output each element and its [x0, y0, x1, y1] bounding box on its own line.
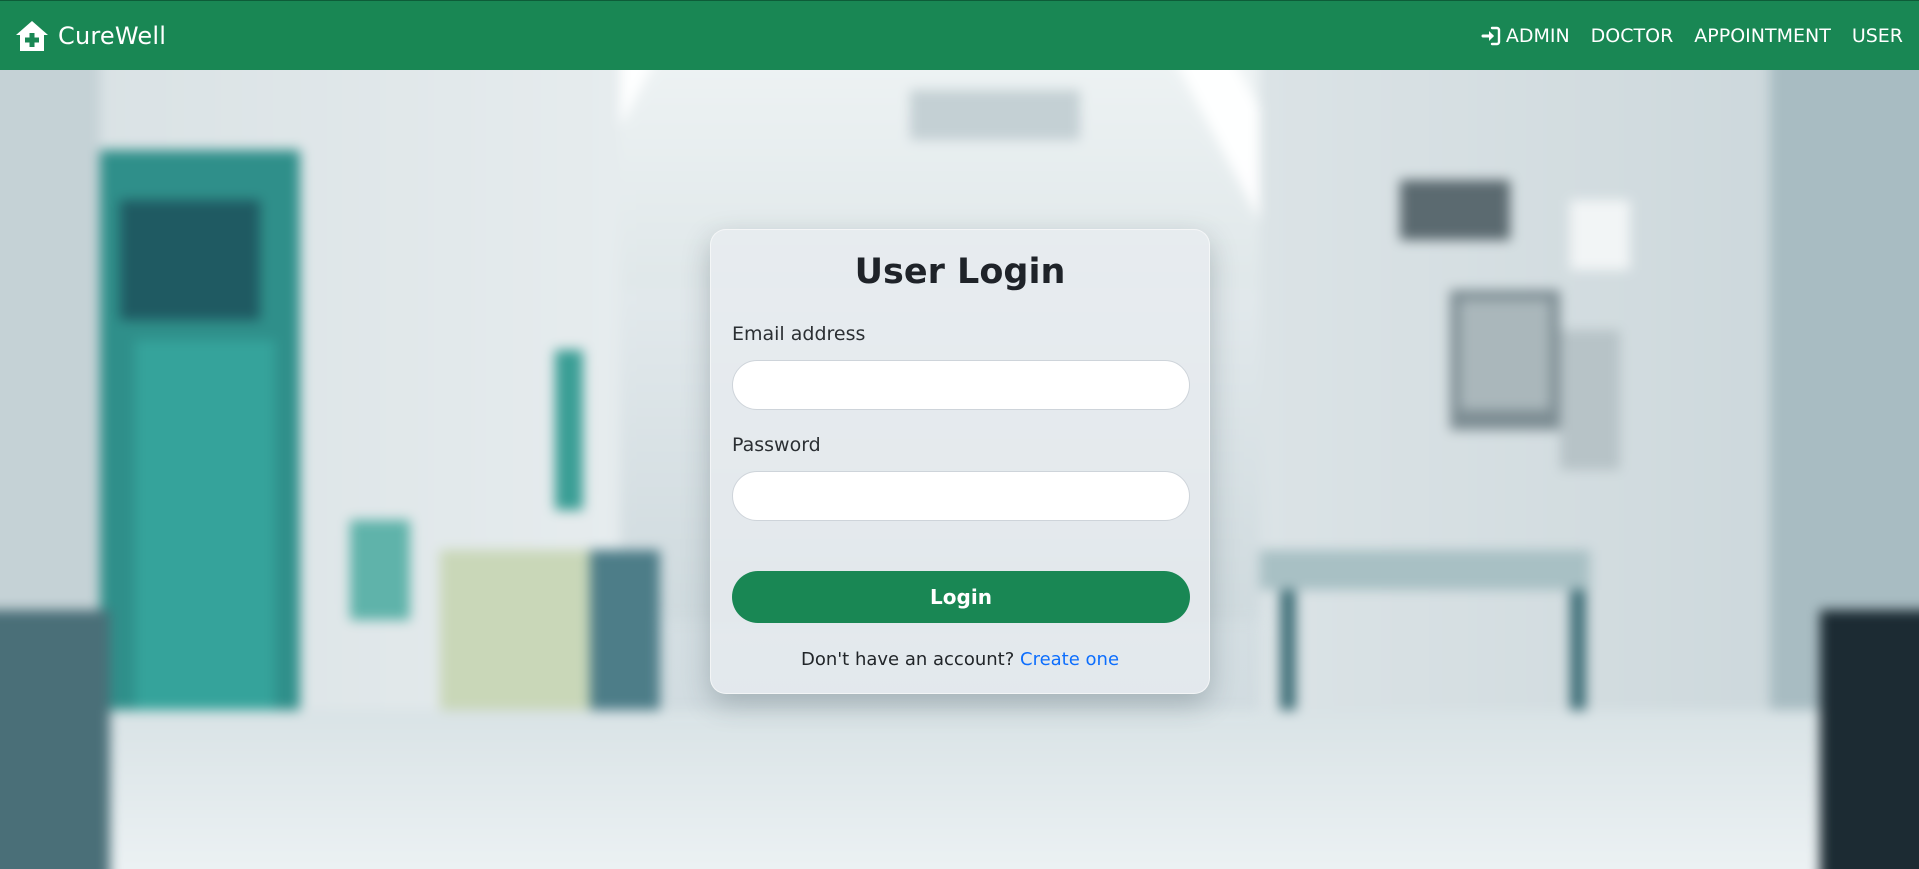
email-field[interactable] — [732, 360, 1190, 410]
signup-prompt-text: Don't have an account? — [800, 649, 1020, 670]
nav-link-admin-label: ADMIN — [1505, 25, 1570, 47]
house-medical-icon — [14, 19, 50, 53]
nav-link-user[interactable]: USER — [1852, 25, 1903, 47]
nav-link-appointment-label: APPOINTMENT — [1694, 25, 1831, 47]
login-card: User Login Email address Password Login … — [710, 229, 1210, 694]
password-label: Password — [732, 434, 821, 456]
nav-links: ADMIN DOCTOR APPOINTMENT USER — [1481, 1, 1903, 71]
sign-in-icon — [1481, 26, 1501, 46]
signup-prompt-line: Don't have an account? Create one — [711, 649, 1209, 670]
login-button[interactable]: Login — [732, 571, 1190, 623]
password-field[interactable] — [732, 471, 1190, 521]
brand-link[interactable]: CureWell — [14, 18, 166, 54]
nav-link-doctor[interactable]: DOCTOR — [1591, 25, 1674, 47]
nav-link-user-label: USER — [1851, 25, 1903, 47]
nav-link-admin[interactable]: ADMIN — [1481, 25, 1570, 47]
nav-link-appointment[interactable]: APPOINTMENT — [1694, 25, 1831, 47]
email-label: Email address — [732, 323, 866, 345]
brand-name: CureWell — [58, 22, 167, 50]
create-account-link[interactable]: Create one — [1020, 649, 1119, 670]
login-title: User Login — [854, 252, 1066, 292]
nav-link-doctor-label: DOCTOR — [1590, 25, 1674, 47]
navbar: CureWell ADMIN DOCTOR APPOINTMENT USER — [0, 0, 1919, 70]
